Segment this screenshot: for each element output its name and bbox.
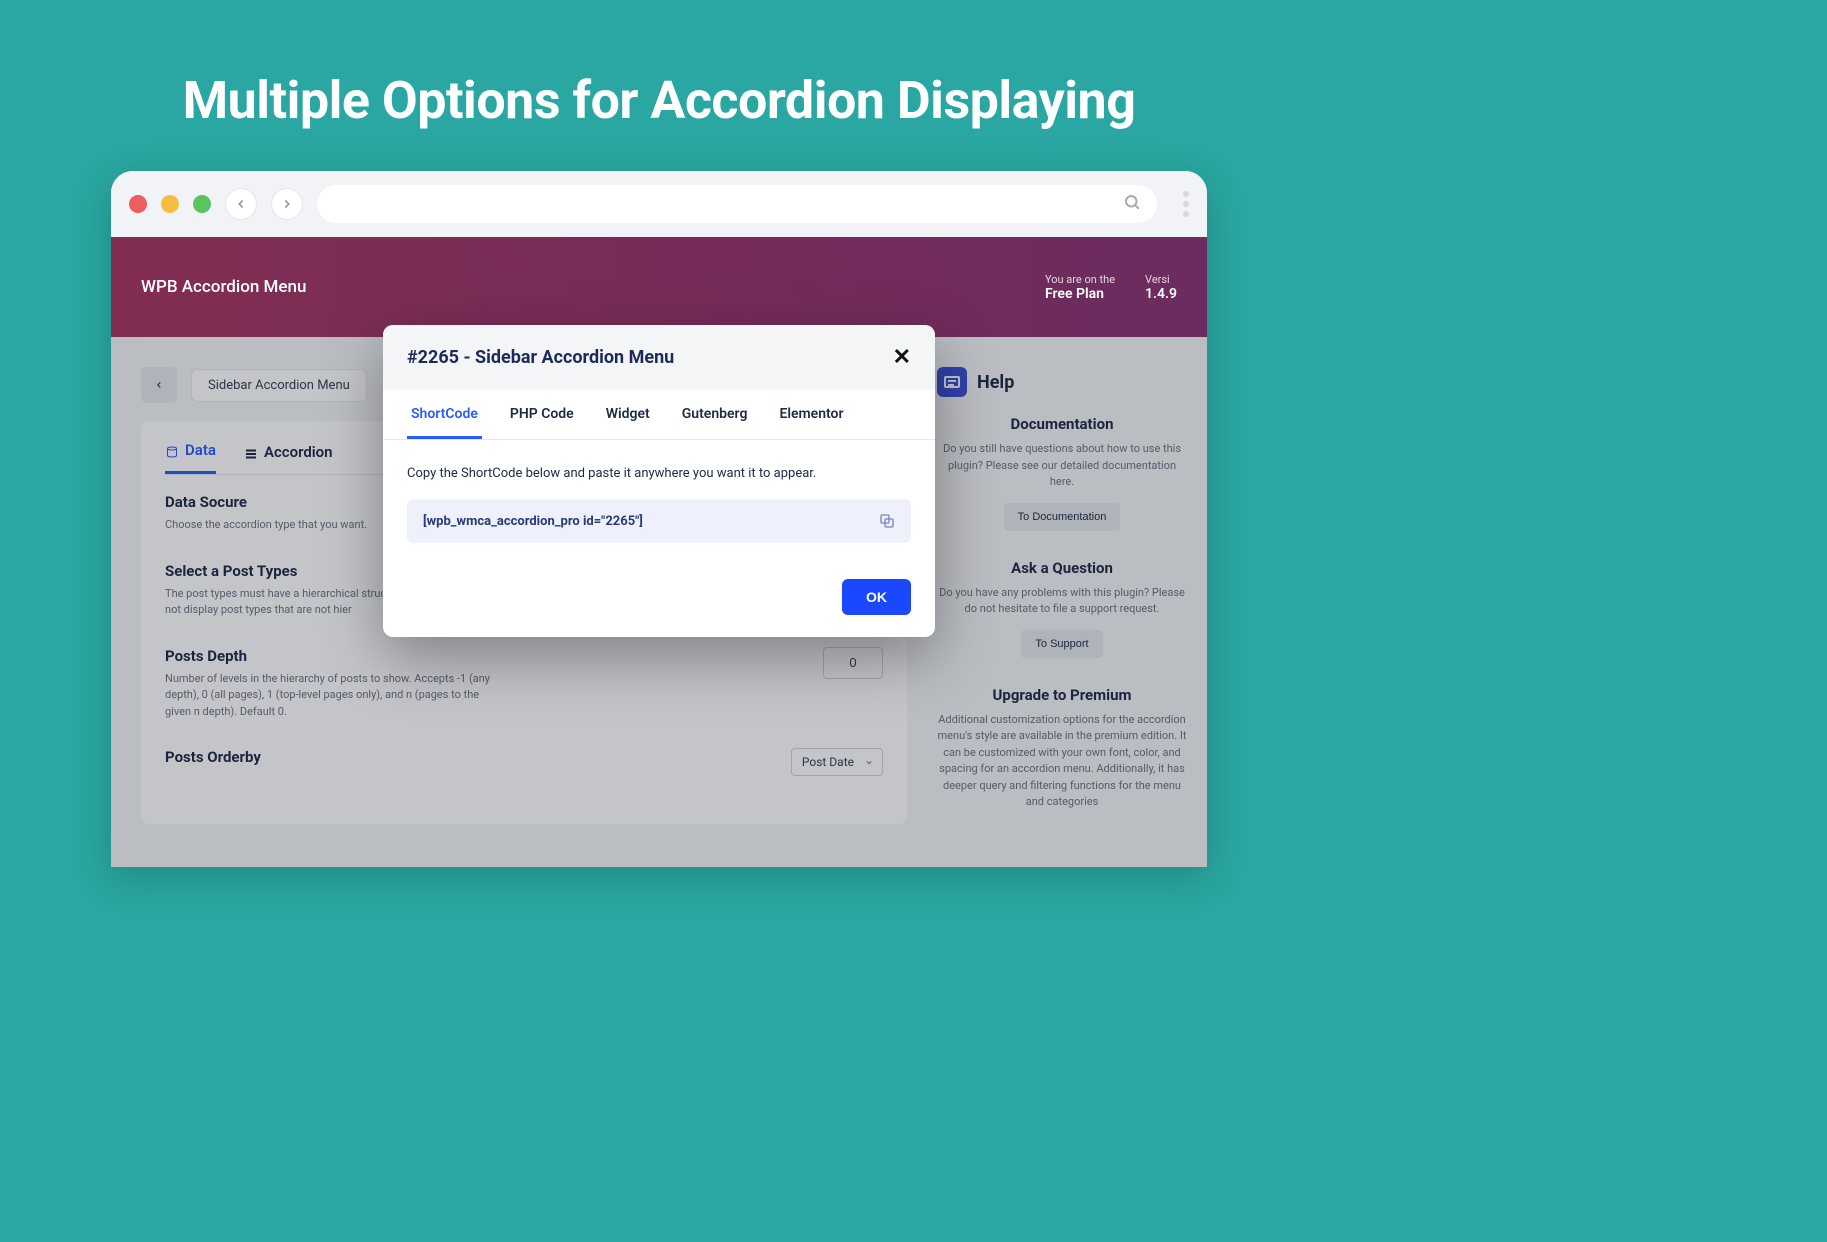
shortcode-modal: #2265 - Sidebar Accordion Menu ✕ ShortCo… — [383, 325, 935, 637]
copy-icon[interactable] — [879, 513, 895, 529]
search-icon — [1123, 193, 1141, 216]
plan-value: Free Plan — [1045, 286, 1115, 302]
modal-tab-shortcode[interactable]: ShortCode — [407, 390, 482, 439]
maximize-window-icon[interactable] — [193, 195, 211, 213]
modal-tab-php[interactable]: PHP Code — [506, 390, 578, 439]
app-header: WPB Accordion Menu You are on the Free P… — [111, 237, 1207, 337]
close-window-icon[interactable] — [129, 195, 147, 213]
hero-title: Multiple Options for Accordion Displayin… — [0, 0, 1318, 171]
minimize-window-icon[interactable] — [161, 195, 179, 213]
version-label: Versi — [1145, 273, 1177, 286]
modal-instruction: Copy the ShortCode below and paste it an… — [407, 466, 911, 481]
version-block: Versi 1.4.9 — [1145, 273, 1177, 302]
shortcode-box: [wpb_wmca_accordion_pro id="2265"] — [407, 499, 911, 543]
ok-button[interactable]: OK — [842, 579, 911, 615]
app-body: Sidebar Accordion Menu Data Accordion — [111, 337, 1207, 867]
modal-header: #2265 - Sidebar Accordion Menu ✕ — [383, 325, 935, 390]
browser-toolbar — [111, 171, 1207, 237]
traffic-lights — [129, 195, 211, 213]
browser-menu-icon[interactable] — [1183, 191, 1189, 217]
modal-footer: OK — [383, 563, 935, 637]
plan-label: You are on the — [1045, 273, 1115, 286]
modal-body: Copy the ShortCode below and paste it an… — [383, 440, 935, 563]
plan-block: You are on the Free Plan — [1045, 273, 1115, 302]
modal-title: #2265 - Sidebar Accordion Menu — [407, 347, 674, 368]
browser-window: WPB Accordion Menu You are on the Free P… — [111, 171, 1207, 867]
modal-tab-elementor[interactable]: Elementor — [775, 390, 847, 439]
version-value: 1.4.9 — [1145, 286, 1177, 302]
header-meta: You are on the Free Plan Versi 1.4.9 — [1045, 273, 1177, 302]
shortcode-text: [wpb_wmca_accordion_pro id="2265"] — [423, 514, 643, 529]
browser-forward-button[interactable] — [271, 188, 303, 220]
browser-back-button[interactable] — [225, 188, 257, 220]
app-title: WPB Accordion Menu — [141, 277, 306, 297]
modal-tab-widget[interactable]: Widget — [602, 390, 654, 439]
close-icon[interactable]: ✕ — [893, 345, 911, 370]
modal-tabs: ShortCode PHP Code Widget Gutenberg Elem… — [383, 390, 935, 440]
url-bar[interactable] — [317, 185, 1157, 223]
modal-tab-gutenberg[interactable]: Gutenberg — [678, 390, 752, 439]
